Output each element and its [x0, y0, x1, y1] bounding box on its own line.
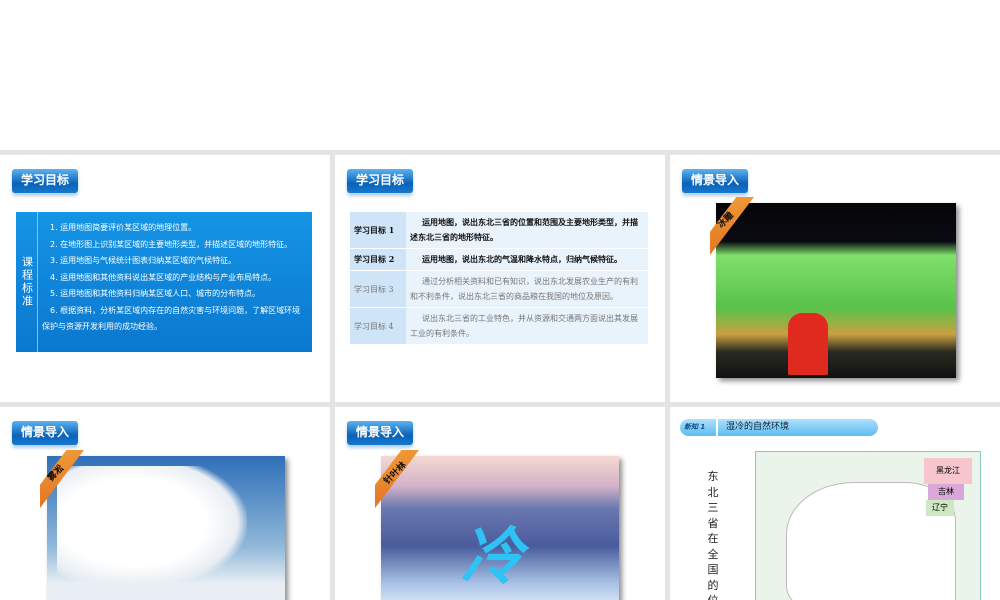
- standard-item: 2. 在地形图上识别某区域的主要地形类型，并描述区域的地形特征。: [50, 239, 293, 249]
- map-label-liaoning: 辽宁: [926, 500, 954, 516]
- slide-thumbnail-6[interactable]: 新知 1 湿冷的自然环境 东北三省在全国的位置 黑龙江 吉林 辽宁: [670, 407, 1000, 600]
- section-badge: 情景导入: [682, 169, 748, 193]
- standard-item: 6. 根据资料，分析某区域内存在的自然灾害与环境问题，了解区域环境保护与资源开发…: [42, 305, 301, 332]
- objective-key: 学习目标 4: [350, 307, 406, 345]
- section-badge: 学习目标: [347, 169, 413, 193]
- objective-key: 学习目标 1: [350, 212, 406, 249]
- china-map: 黑龙江 吉林 辽宁: [755, 451, 981, 600]
- section-tag: 新知 1: [680, 419, 718, 436]
- standard-item: 3. 运用地图与气候统计图表归纳某区域的气候特征。: [50, 256, 237, 265]
- objective-text: 说出东北三省的工业特色，并从资源和交通两方面说出其发展工业的有利条件。: [406, 307, 648, 345]
- coniferous-forest-photo: 冷: [381, 456, 619, 600]
- objective-key: 学习目标 3: [350, 270, 406, 308]
- section-badge: 情景导入: [12, 421, 78, 445]
- table-row: 学习目标 1 运用地图，说出东北三省的位置和范围及主要地形类型，并描述东北三省的地…: [350, 212, 648, 249]
- section-badge: 学习目标: [12, 169, 78, 193]
- standard-item: 5. 运用地图和其他资料归纳某区域人口、城市的分布特点。: [50, 289, 261, 298]
- standard-item: 1. 运用地图简要评价某区域的地理位置。: [50, 223, 197, 232]
- section-badge: 情景导入: [347, 421, 413, 445]
- side-label: 课程标准: [16, 212, 38, 352]
- editor-blank-area: [0, 0, 1000, 150]
- calligraphy-graphic: 冷: [461, 520, 524, 593]
- map-label-heilongjiang: 黑龙江: [924, 458, 972, 484]
- slide-thumbnail-1[interactable]: 学习目标 课程标准 1. 运用地图简要评价某区域的地理位置。 2. 在地形图上识…: [0, 155, 330, 402]
- section-title: 湿冷的自然环境: [726, 422, 790, 432]
- map-label-jilin: 吉林: [928, 484, 964, 500]
- objective-text: 通过分析相关资料和已有知识，说出东北发展农业生产的有利和不利条件，说出东北三省的…: [406, 270, 648, 308]
- objectives-table: 学习目标 1 运用地图，说出东北三省的位置和范围及主要地形类型，并描述东北三省的地…: [350, 212, 648, 345]
- table-row: 学习目标 3 通过分析相关资料和已有知识，说出东北发展农业生产的有利和不利条件，说…: [350, 270, 648, 308]
- objective-key: 学习目标 2: [350, 248, 406, 271]
- standard-item: 4. 运用地图和其他资料说出某区域的产业结构与产业布局特点。: [50, 272, 277, 282]
- objective-text: 运用地图，说出东北的气温和降水特点，归纳气候特征。: [406, 248, 648, 271]
- objective-text: 运用地图，说出东北三省的位置和范围及主要地形类型，并描述东北三省的地形特征。: [406, 212, 648, 249]
- ice-sculpture-photo: [716, 203, 956, 378]
- slide-thumbnail-2[interactable]: 学习目标 学习目标 1 运用地图，说出东北三省的位置和范围及主要地形类型，并描述东…: [335, 155, 665, 402]
- curriculum-standard-box: 课程标准 1. 运用地图简要评价某区域的地理位置。 2. 在地形图上识别某区域的…: [16, 212, 312, 352]
- section-header-bar: 新知 1 湿冷的自然环境: [680, 419, 878, 436]
- rime-tree-photo: [47, 456, 285, 600]
- table-row: 学习目标 4 说出东北三省的工业特色，并从资源和交通两方面说出其发展工业的有利条件…: [350, 307, 648, 345]
- slide-thumbnail-5[interactable]: 情景导入 冷 针叶林: [335, 407, 665, 600]
- slide-thumbnail-4[interactable]: 情景导入 雾凇: [0, 407, 330, 600]
- person-in-red: [788, 313, 828, 375]
- vertical-caption: 东北三省在全国的位置: [707, 470, 719, 600]
- slide-thumbnail-3[interactable]: 情景导入 冰雕: [670, 155, 1000, 402]
- table-row: 学习目标 2 运用地图，说出东北的气温和降水特点，归纳气候特征。: [350, 248, 648, 271]
